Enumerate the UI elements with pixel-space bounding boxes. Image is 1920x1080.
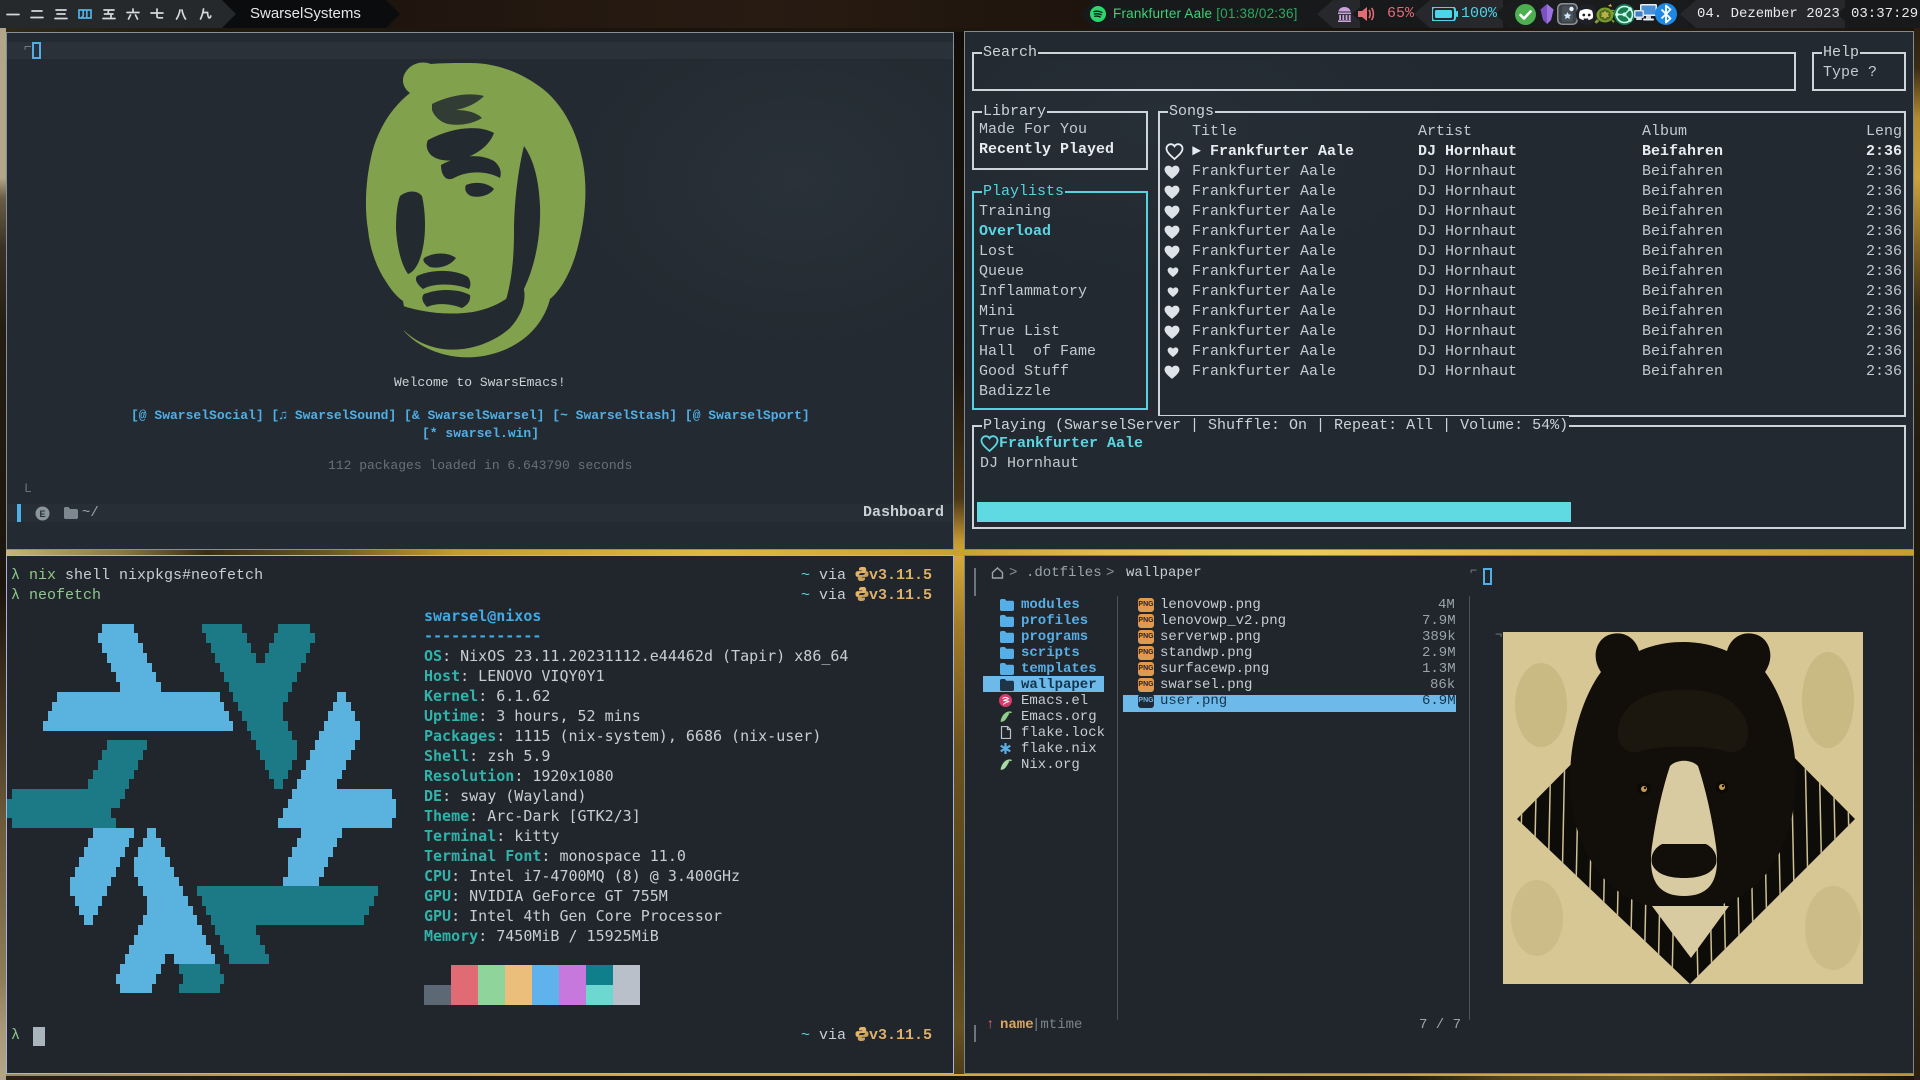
- svg-text:E: E: [39, 509, 45, 519]
